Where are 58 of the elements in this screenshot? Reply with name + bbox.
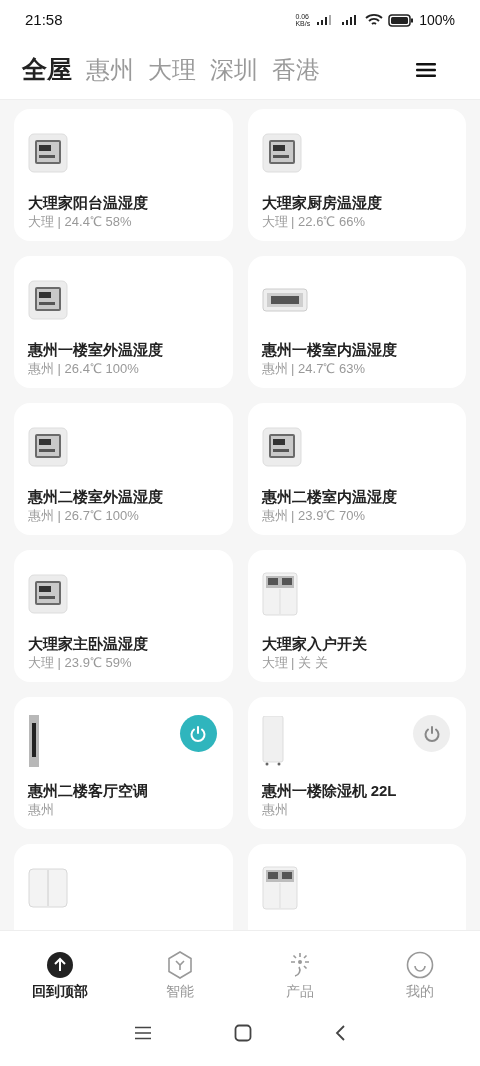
device-name: 惠州二楼室内温湿度 bbox=[261, 487, 398, 507]
thermometer-icon bbox=[261, 427, 302, 467]
device-card[interactable]: 大理家阳台温湿度 大理 | 24.4℃ 58% bbox=[14, 109, 233, 241]
device-name: 惠州一楼室外温湿度 bbox=[28, 340, 164, 360]
device-card[interactable]: 惠州一楼室内温湿度 惠州 | 24.7℃ 63% bbox=[247, 256, 466, 388]
menu-icon[interactable] bbox=[134, 1026, 152, 1040]
device-card[interactable]: 大理家主卧温湿度 大理 | 23.9℃ 59% bbox=[14, 550, 233, 682]
power-icon bbox=[189, 724, 207, 743]
wall-switch-icon bbox=[28, 868, 68, 908]
home-square-icon[interactable] bbox=[234, 1024, 252, 1042]
device-name: 大理家入户开关 bbox=[261, 634, 368, 654]
power-icon bbox=[422, 724, 441, 743]
thermometer-icon bbox=[28, 280, 68, 320]
device-status: 惠州 bbox=[261, 801, 289, 819]
power-button[interactable] bbox=[413, 715, 450, 752]
device-name: 大理家主卧温湿度 bbox=[28, 634, 149, 654]
wifi-icon bbox=[365, 13, 384, 27]
nav-tab[interactable]: 回到顶部 bbox=[0, 951, 120, 1010]
device-status: 惠州 bbox=[28, 801, 55, 819]
device-status: 惠州 | 26.4℃ 100% bbox=[28, 360, 140, 378]
battery-percent: 100% bbox=[419, 10, 455, 30]
status-time: 21:58 bbox=[25, 9, 63, 30]
arrow-up-icon bbox=[46, 951, 74, 979]
device-card[interactable]: 惠州一楼室外温湿度 惠州 | 26.4℃ 100% bbox=[14, 256, 233, 388]
location-tab[interactable]: 全屋 bbox=[22, 50, 72, 89]
battery-icon bbox=[388, 13, 415, 27]
dehumidifier-icon bbox=[261, 716, 284, 766]
device-name: 惠州二楼室外温湿度 bbox=[28, 487, 164, 507]
device-card[interactable]: 惠州二楼室外温湿度 惠州 | 26.7℃ 100% bbox=[14, 403, 233, 535]
device-name: 大理家阳台温湿度 bbox=[28, 193, 149, 213]
device-status: 惠州 | 26.7℃ 100% bbox=[28, 507, 140, 525]
device-name: 惠州二楼客厅空调 bbox=[28, 781, 149, 801]
device-card[interactable]: 惠州二楼室内温湿度 惠州 | 23.9℃ 70% bbox=[247, 403, 466, 535]
menu-icon[interactable] bbox=[416, 61, 436, 78]
back-icon[interactable] bbox=[334, 1024, 346, 1042]
thermometer-icon bbox=[28, 133, 68, 173]
device-card[interactable]: 大理家厨房温湿度 大理 | 22.6℃ 66% bbox=[247, 109, 466, 241]
switch-panel-icon bbox=[261, 866, 298, 910]
device-status: 大理 | 22.6℃ 66% bbox=[261, 213, 367, 231]
device-status: 惠州 | 24.7℃ 63% bbox=[261, 360, 367, 378]
clock-display-icon bbox=[261, 288, 308, 312]
device-status: 惠州 | 23.9℃ 70% bbox=[261, 507, 367, 525]
thermometer-icon bbox=[261, 133, 302, 173]
device-card[interactable]: 惠州一楼除湿机 22L 惠州 bbox=[247, 697, 466, 829]
device-status: 大理 | 关 关 bbox=[261, 654, 329, 672]
device-name: 惠州一楼室内温湿度 bbox=[261, 340, 398, 360]
device-status: 大理 | 24.4℃ 58% bbox=[28, 213, 133, 231]
air-conditioner-icon bbox=[28, 715, 40, 767]
device-card[interactable]: 惠州二楼客厅空调 惠州 bbox=[14, 697, 233, 829]
smiley-icon bbox=[406, 951, 434, 979]
device-status: 大理 | 23.9℃ 59% bbox=[28, 654, 133, 672]
switch-panel-icon bbox=[261, 572, 298, 616]
hexagon-icon bbox=[167, 951, 193, 979]
thermometer-icon bbox=[28, 574, 68, 614]
thermometer-icon bbox=[28, 427, 68, 467]
device-name: 大理家厨房温湿度 bbox=[261, 193, 383, 213]
device-name: 惠州一楼除湿机 22L bbox=[261, 781, 398, 801]
device-card[interactable]: 大理家入户开关 大理 | 关 关 bbox=[247, 550, 466, 682]
